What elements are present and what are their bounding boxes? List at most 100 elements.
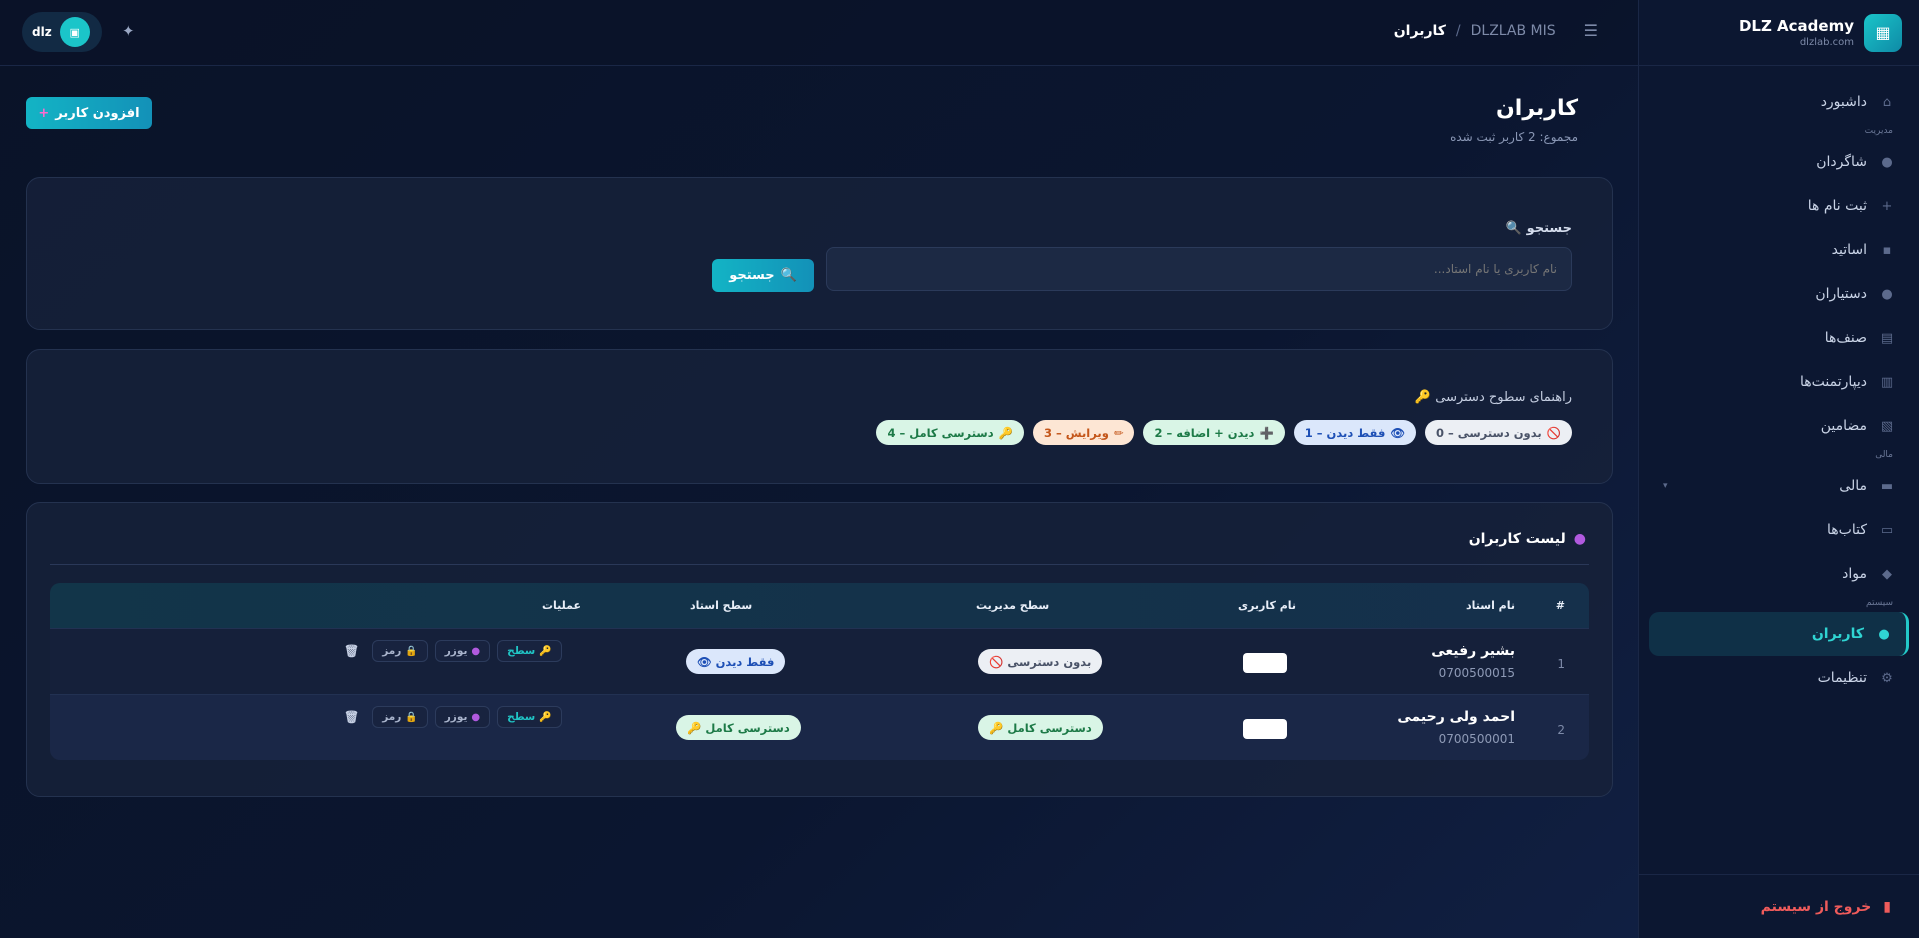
user-button[interactable]: یوزر ● (434, 706, 491, 728)
logout-button[interactable]: خروج از سیستم ▮ (1638, 874, 1919, 938)
sidebar-item-finance[interactable]: ▾ مالی ▬ (1649, 464, 1909, 508)
trash-icon[interactable]: 🗑 (338, 706, 365, 728)
sidebar-item-label: مالی (1839, 478, 1867, 494)
departments-icon: ▥ (1880, 374, 1894, 390)
table-header: # نام استاد نام کاربری سطح مدیریت سطح اس… (50, 583, 1589, 628)
breadcrumb-root[interactable]: DLZLAB MIS (1471, 23, 1556, 39)
sidebar-item-label: صنف‌ها (1824, 330, 1867, 346)
sidebar-item-dashboard[interactable]: داشبورد ⌂ (1649, 80, 1909, 124)
sidebar-item-departments[interactable]: دیپارتمنت‌ها ▥ (1649, 360, 1909, 404)
sidebar-item-label: مواد (1842, 566, 1867, 582)
section-finance: مالی (1875, 450, 1893, 460)
username-badge (1243, 719, 1287, 739)
password-label: رمز (382, 645, 402, 657)
search-button[interactable]: جستجو 🔍 (712, 259, 814, 292)
teacher-level-badge: 🔑 دسترسی کامل (676, 715, 801, 740)
brand-domain: dlzlab.com (1799, 37, 1854, 48)
page-subtitle: مجموع: 2 کاربر ثبت شده (1450, 130, 1578, 144)
legend-item-text: 0 – بدون دسترسی (1435, 425, 1542, 440)
table-row: 2 احمد ولی رحیمی 0700500001 🔑 دسترسی کام… (50, 694, 1589, 760)
user-icon: ● (471, 645, 481, 657)
user-icon: ● (1573, 531, 1586, 547)
row-number: 1 (1557, 657, 1565, 671)
menu-icon[interactable]: ☰ (1584, 21, 1598, 40)
level-button[interactable]: سطح 🔑 (497, 706, 562, 728)
plus-icon: + (1881, 198, 1893, 214)
key-icon: 🔑 (539, 645, 552, 657)
legend-item-text: 2 – دیدن + اضافه (1154, 425, 1255, 440)
classes-icon: ▤ (1880, 330, 1894, 346)
trash-icon[interactable]: 🗑 (338, 640, 365, 662)
teachers-icon: ▪ (1882, 242, 1892, 258)
sidebar-item-label: مضامین (1820, 418, 1867, 434)
gear-icon: ⚙ (1881, 670, 1893, 686)
level-label: سطح (507, 711, 536, 723)
sidebar-item-materials[interactable]: مواد ◆ (1649, 552, 1909, 596)
breadcrumb: کاربران / DLZLAB MIS ☰ (1394, 21, 1598, 40)
legend-item-full-access: 4 – دسترسی کامل 🔑 (876, 420, 1024, 445)
topbar: کاربران / DLZLAB MIS ☰ ✦ dlz ▣ (0, 0, 1638, 66)
password-button[interactable]: رمز 🔒 (372, 640, 428, 662)
add-user-label: افزودن کاربر (55, 105, 140, 121)
user-icon: ● (471, 711, 481, 723)
col-mgmt-level[interactable]: سطح مدیریت (976, 599, 1049, 612)
page-title: کاربران (1496, 96, 1578, 121)
row-actions: سطح 🔑 یوزر ● رمز 🔒 🗑 (338, 706, 562, 728)
list-title: لیست کاربران ● (1469, 531, 1586, 547)
eye-icon: 👁 (1390, 425, 1405, 440)
password-label: رمز (382, 711, 402, 723)
lock-icon: 🔒 (405, 711, 418, 723)
search-card: 🔍 جستجو جستجو 🔍 (26, 177, 1613, 330)
sidebar-item-label: کتاب‌ها (1827, 522, 1867, 538)
breadcrumb-current: کاربران (1393, 22, 1446, 39)
col-teacher[interactable]: نام استاد (1466, 599, 1515, 612)
sidebar-item-students[interactable]: شاگردان ● (1649, 140, 1909, 184)
col-operations: عملیات (542, 599, 582, 612)
mgmt-level-badge: 🚫 بدون دسترسی (978, 649, 1103, 674)
breadcrumb-separator: / (1455, 22, 1461, 39)
col-username[interactable]: نام کاربری (1238, 599, 1296, 612)
teacher-phone: 0700500015 (1438, 666, 1515, 680)
sidebar-item-users[interactable]: کاربران ● (1649, 612, 1909, 656)
subjects-icon: ▧ (1880, 418, 1894, 434)
key-icon: 🔑 (539, 711, 552, 723)
password-button[interactable]: رمز 🔒 (372, 706, 428, 728)
sidebar-item-books[interactable]: کتاب‌ها ▭ (1649, 508, 1909, 552)
col-teacher-level[interactable]: سطح استاد (690, 599, 752, 612)
user-menu[interactable]: dlz ▣ (22, 12, 102, 52)
sidebar-item-assistants[interactable]: دستیاران ● (1649, 272, 1909, 316)
user-button[interactable]: یوزر ● (434, 640, 491, 662)
legend-item-view-only: 1 – فقط دیدن 👁 (1293, 420, 1416, 445)
plus-icon: + (38, 105, 50, 121)
sidebar-item-enrollments[interactable]: ثبت نام ها + (1649, 184, 1909, 228)
sidebar-item-label: کاربران (1811, 626, 1864, 642)
legend-item-text: 1 – فقط دیدن (1304, 425, 1386, 440)
users-list-card: لیست کاربران ● # نام استاد نام کاربری سط… (26, 502, 1613, 797)
sidebar-item-teachers[interactable]: اساتید ▪ (1649, 228, 1909, 272)
user-label: یوزر (444, 645, 468, 657)
logo-icon: ▦ (1864, 13, 1902, 52)
sidebar-nav: داشبورد ⌂ مدیریت شاگردان ● ثبت نام ها + … (1639, 66, 1919, 700)
users-table: # نام استاد نام کاربری سطح مدیریت سطح اس… (50, 583, 1589, 760)
legend-item-text: 4 – دسترسی کامل (887, 425, 994, 440)
mgmt-level-badge: 🔑 دسترسی کامل (978, 715, 1103, 740)
teacher-name: بشیر رفیعی (1431, 643, 1515, 659)
section-management: مدیریت (1864, 126, 1893, 136)
avatar: ▣ (59, 17, 90, 47)
theme-toggle-icon[interactable]: ✦ (122, 22, 135, 40)
dashboard-icon: ⌂ (1882, 94, 1892, 110)
sidebar-item-subjects[interactable]: مضامین ▧ (1649, 404, 1909, 448)
user-short-name: dlz (32, 25, 52, 39)
add-user-button[interactable]: + افزودن کاربر (26, 97, 152, 129)
search-button-label: جستجو (729, 268, 775, 283)
sidebar-item-classes[interactable]: صنف‌ها ▤ (1649, 316, 1909, 360)
access-legend-card: 🔑 راهنمای سطوح دسترسی 0 – بدون دسترسی 🚫 1… (26, 349, 1613, 484)
materials-icon: ◆ (1882, 566, 1892, 582)
search-input[interactable] (826, 247, 1572, 291)
brand-name: DLZ Academy (1738, 17, 1854, 35)
brand[interactable]: DLZ Academy dlzlab.com ▦ (1639, 0, 1919, 66)
search-icon: 🔍 (780, 268, 797, 283)
level-button[interactable]: سطح 🔑 (497, 640, 562, 662)
section-system: سیستم (1866, 598, 1893, 608)
sidebar-item-settings[interactable]: تنظیمات ⚙ (1649, 656, 1909, 700)
